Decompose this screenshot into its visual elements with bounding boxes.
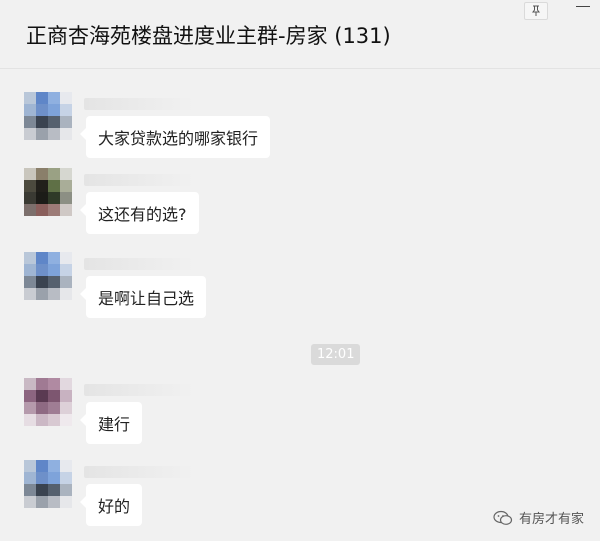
avatar[interactable] (24, 168, 72, 216)
avatar[interactable] (24, 252, 72, 300)
wechat-icon (493, 510, 513, 525)
minimize-button[interactable] (576, 6, 590, 7)
message-item: 大家贷款选的哪家银行 (24, 92, 584, 172)
message-bubble[interactable]: 这还有的选? (80, 192, 199, 234)
chat-header: 正商杏海苑楼盘进度业主群-房家 (131) (0, 0, 600, 69)
sender-name-blurred (84, 98, 194, 110)
message-bubble[interactable]: 是啊让自己选 (79, 276, 207, 318)
sender-name-blurred (84, 174, 194, 186)
watermark-text: 有房才有家 (518, 512, 584, 527)
chat-title: 正商杏海苑楼盘进度业主群-房家 (131) (26, 24, 391, 48)
pin-icon (532, 5, 540, 16)
message-item: 好的 (24, 460, 584, 540)
message-item: 这还有的选? (24, 168, 584, 248)
avatar[interactable] (24, 460, 72, 508)
sender-name-blurred (84, 384, 194, 396)
message-bubble[interactable]: 建行 (79, 402, 143, 444)
message-item: 是啊让自己选 (24, 252, 584, 332)
message-item: 建行 (24, 378, 584, 458)
sender-name-blurred (84, 258, 194, 270)
message-bubble[interactable]: 大家贷款选的哪家银行 (79, 116, 271, 158)
watermark: 有房才有家 (493, 508, 584, 527)
avatar[interactable] (24, 378, 72, 426)
timestamp: 12:01 (311, 344, 361, 365)
sender-name-blurred (84, 466, 194, 478)
message-list[interactable]: 大家贷款选的哪家银行 这还有的选? 是啊让自己选 12:01 建行 好的 (0, 69, 600, 541)
avatar[interactable] (24, 92, 72, 140)
message-bubble[interactable]: 好的 (79, 484, 143, 526)
pin-button[interactable] (524, 2, 548, 20)
